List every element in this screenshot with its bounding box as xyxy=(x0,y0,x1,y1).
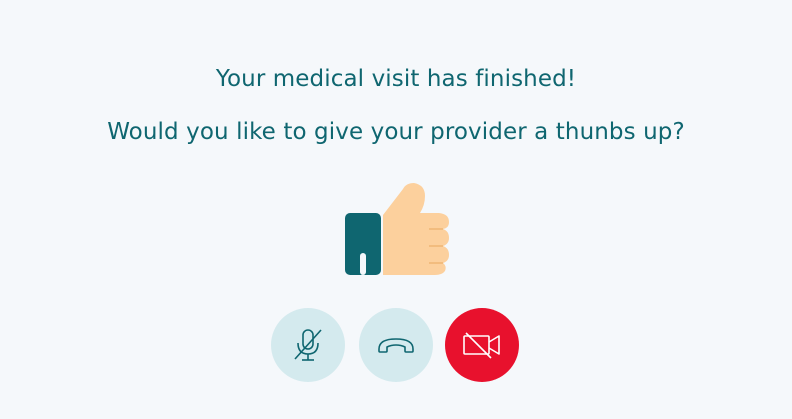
thumbs-up-icon xyxy=(345,183,449,275)
video-off-button[interactable] xyxy=(445,308,519,382)
video-off-icon xyxy=(463,332,500,359)
visit-finished-heading: Your medical visit has finished! xyxy=(215,66,577,92)
thumbs-up-button[interactable] xyxy=(343,181,451,275)
mute-microphone-button[interactable] xyxy=(271,308,345,382)
end-call-button[interactable] xyxy=(359,308,433,382)
microphone-off-icon xyxy=(294,329,322,361)
phone-hangup-icon xyxy=(378,338,414,353)
thumbs-up-prompt: Would you like to give your provider a t… xyxy=(107,119,685,145)
